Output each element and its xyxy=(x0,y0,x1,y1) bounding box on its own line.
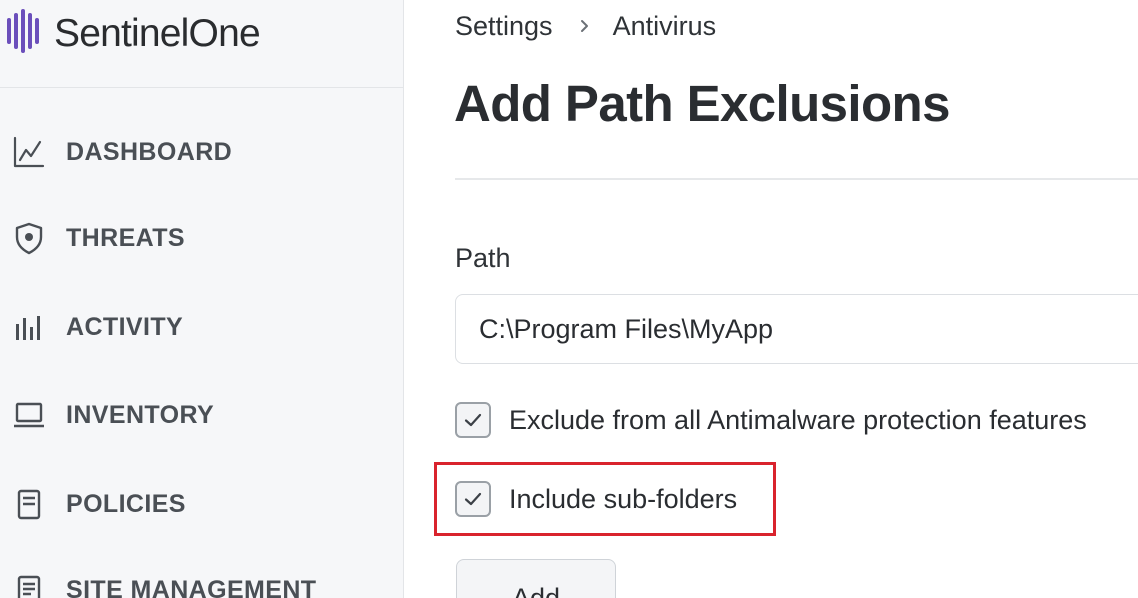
laptop-icon xyxy=(12,398,46,432)
exclude-antimalware-checkbox-row[interactable]: Exclude from all Antimalware protection … xyxy=(455,400,1087,440)
brand-name: SentinelOne xyxy=(54,12,261,55)
checkmark-icon xyxy=(464,492,482,506)
sidebar-item-label: ACTIVITY xyxy=(66,312,184,341)
checkmark-icon xyxy=(464,413,482,427)
app-window: SentinelOne DASHBOARD THREATS ACTIVITY I… xyxy=(0,0,1138,598)
sidebar-item-label: INVENTORY xyxy=(66,400,215,429)
sidebar-item-inventory[interactable]: INVENTORY xyxy=(0,387,403,443)
sidebar-item-label: THREATS xyxy=(66,223,185,252)
sidebar-item-label: POLICIES xyxy=(66,489,186,518)
brand-header: SentinelOne xyxy=(0,0,403,88)
sidebar-item-label: SITE MANAGEMENT xyxy=(66,575,317,598)
breadcrumb: Settings Antivirus xyxy=(455,8,716,44)
divider xyxy=(455,178,1138,180)
exclude-antimalware-checkbox[interactable] xyxy=(455,402,491,438)
path-label: Path xyxy=(455,243,511,273)
list-icon xyxy=(12,573,46,598)
page-title: Add Path Exclusions xyxy=(454,75,950,132)
chevron-right-icon xyxy=(571,16,599,36)
line-chart-icon xyxy=(12,135,46,169)
include-subfolders-checkbox-row[interactable]: Include sub-folders xyxy=(455,479,737,519)
include-subfolders-label: Include sub-folders xyxy=(509,483,738,514)
include-subfolders-checkbox[interactable] xyxy=(455,481,491,517)
sidebar-item-activity[interactable]: ACTIVITY xyxy=(0,299,403,355)
document-icon xyxy=(12,487,46,521)
sidebar-item-dashboard[interactable]: DASHBOARD xyxy=(0,124,403,180)
bar-chart-icon xyxy=(12,310,46,344)
main-content: Settings Antivirus Add Path Exclusions P… xyxy=(404,0,1138,598)
breadcrumb-current: Antivirus xyxy=(612,10,717,41)
sidebar-item-label: DASHBOARD xyxy=(66,137,233,166)
sentinelone-logo-icon xyxy=(5,8,45,54)
sidebar-item-site-management[interactable]: SITE MANAGEMENT xyxy=(0,562,403,598)
sidebar-item-threats[interactable]: THREATS xyxy=(0,210,403,266)
sidebar-item-policies[interactable]: POLICIES xyxy=(0,476,403,532)
shield-icon xyxy=(12,221,46,255)
path-input[interactable] xyxy=(455,294,1138,364)
add-button[interactable]: Add xyxy=(456,559,616,598)
breadcrumb-settings-link[interactable]: Settings xyxy=(455,11,553,42)
exclude-antimalware-label: Exclude from all Antimalware protection … xyxy=(509,404,1087,435)
sidebar: SentinelOne DASHBOARD THREATS ACTIVITY I… xyxy=(0,0,404,598)
